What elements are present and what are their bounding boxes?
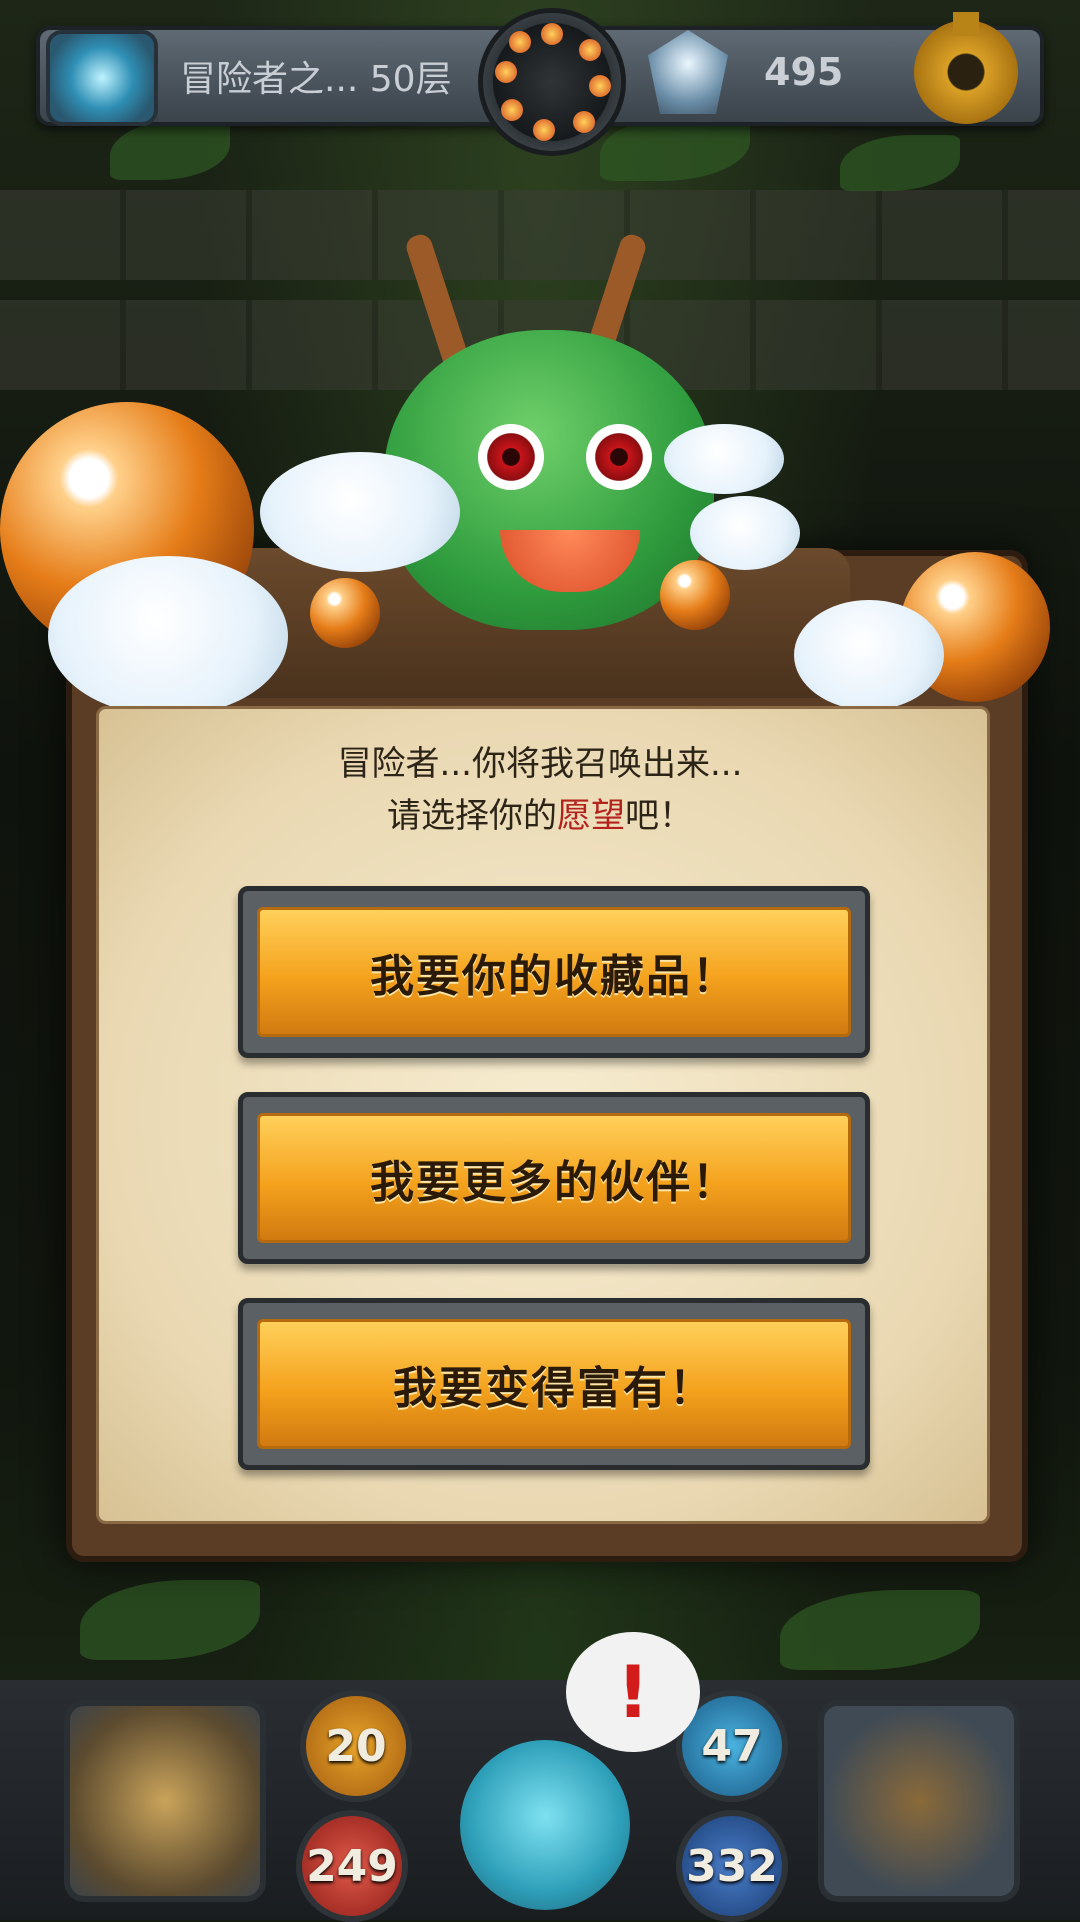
currency-amount: 495	[764, 50, 844, 94]
eye-icon	[478, 424, 544, 490]
hero-avatar[interactable]	[460, 1740, 630, 1910]
floor-label: 冒险者之... 50层	[180, 59, 452, 100]
gear-icon[interactable]	[914, 12, 1018, 124]
cloud-icon	[664, 424, 784, 494]
exclamation-icon: !	[616, 1650, 650, 1734]
treasure-chest-button[interactable]	[818, 1700, 1020, 1902]
cloud-icon	[260, 452, 460, 572]
attack-stat: 20	[300, 1690, 412, 1802]
hp-stat: 249	[296, 1810, 408, 1922]
wish-collectibles-button[interactable]: 我要你的收藏品！	[238, 886, 870, 1058]
stone-wall	[0, 190, 1080, 280]
dialog-message: 冒险者...你将我召唤出来... 请选择你的愿望吧！	[96, 738, 984, 842]
wish-wealth-button[interactable]: 我要变得富有！	[238, 1298, 870, 1470]
compass-map-button[interactable]	[64, 1700, 266, 1902]
wish-companions-button[interactable]: 我要更多的伙伴！	[238, 1092, 870, 1264]
eye-icon	[586, 424, 652, 490]
defense-stat: 332	[676, 1810, 788, 1922]
button-label: 我要你的收藏品！	[370, 951, 738, 1002]
orb-icon	[660, 560, 730, 630]
cloud-icon	[48, 556, 288, 716]
wish-highlight: 愿望	[557, 796, 625, 836]
bomb-icon[interactable]	[478, 8, 626, 156]
button-label: 我要变得富有！	[393, 1363, 715, 1414]
button-label: 我要更多的伙伴！	[370, 1157, 738, 1208]
message-line-2: 请选择你的愿望吧！	[387, 796, 693, 836]
portal-icon[interactable]	[46, 30, 158, 126]
alert-bubble[interactable]: !	[566, 1632, 700, 1752]
orb-icon	[310, 578, 380, 648]
cloud-icon	[690, 496, 800, 570]
cloud-icon	[794, 600, 944, 710]
message-line-1: 冒险者...你将我召唤出来...	[337, 744, 743, 784]
